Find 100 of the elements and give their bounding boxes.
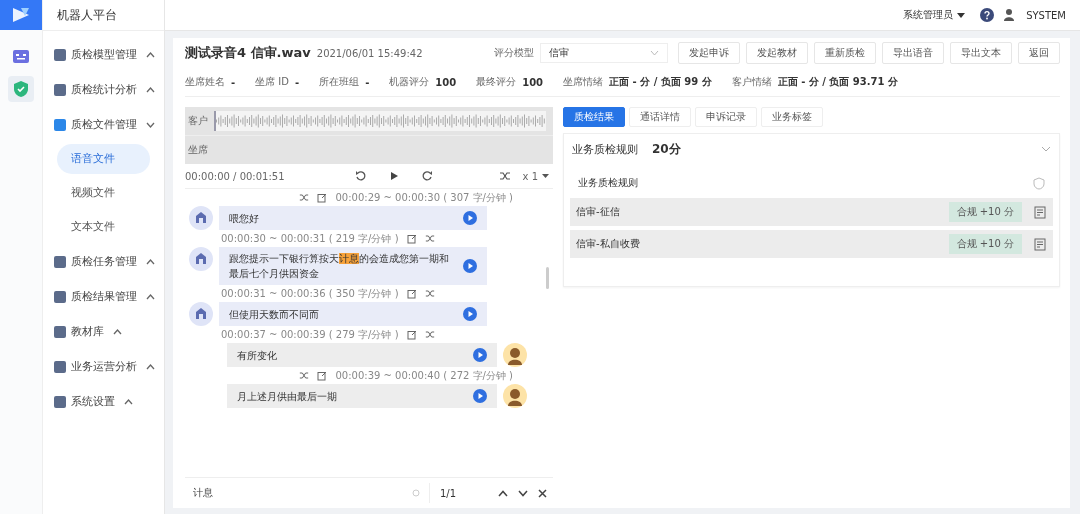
role-dropdown[interactable]: 系统管理员: [903, 8, 966, 22]
nav-item[interactable]: 教材库: [43, 314, 164, 349]
close-icon[interactable]: [538, 488, 547, 498]
action-button[interactable]: 重新质检: [814, 42, 876, 64]
avatar-icon: [189, 206, 213, 230]
chevron-icon: [650, 50, 659, 56]
caret-icon[interactable]: [542, 174, 549, 178]
info-label: 客户情绪: [731, 75, 772, 89]
shuffle-icon[interactable]: [424, 330, 435, 339]
nav-subitem[interactable]: 语音文件: [57, 144, 150, 174]
info-value: -: [365, 76, 370, 88]
chevron-icon[interactable]: [124, 398, 133, 405]
info-label: 机器评分: [389, 75, 430, 89]
rule-name: 信审-征信: [576, 205, 620, 219]
rules-score: 20分: [652, 140, 681, 158]
nav-item[interactable]: 质检结果管理: [43, 279, 164, 314]
nav-item[interactable]: 质检任务管理: [43, 244, 164, 279]
info-label: 坐席 ID: [255, 75, 289, 89]
record-time: 2021/06/01 15:49:42: [316, 47, 423, 59]
play-icon[interactable]: [473, 348, 487, 362]
rule-tag: 合规 +10 分: [948, 234, 1022, 254]
message-text: 喂您好: [229, 211, 259, 226]
message-time: 00:00:37 ~ 00:00:39 ( 279 字/分钟 ): [221, 327, 399, 342]
down-icon[interactable]: [518, 489, 528, 497]
action-button[interactable]: 返回: [1018, 42, 1060, 64]
info-label: 坐席姓名: [185, 75, 225, 89]
info-label: 最终评分: [476, 75, 517, 89]
action-button[interactable]: 发起教材: [746, 42, 808, 64]
play-icon[interactable]: [463, 307, 477, 321]
message-text: 月上述月供由最后一期: [237, 389, 337, 404]
info-value: 正面 - 分 / 负面 99 分: [609, 75, 712, 89]
message-text: 跟您提示一下银行算按天计息的会造成您第一期和最后七个月供因资金: [229, 252, 450, 281]
caret-icon[interactable]: [957, 12, 966, 18]
model-label: 评分模型: [494, 46, 534, 60]
tab[interactable]: 申诉记录: [695, 107, 757, 127]
play-icon[interactable]: [463, 211, 477, 225]
avatar-icon: [503, 384, 527, 408]
play-icon[interactable]: [463, 259, 477, 273]
model-select[interactable]: 信审: [540, 43, 668, 63]
shuffle-icon[interactable]: [424, 289, 435, 298]
document-icon[interactable]: [1034, 205, 1047, 219]
search-count: 1/1: [440, 487, 457, 499]
edit-icon[interactable]: [406, 288, 417, 299]
rule-tag: 合规 +10 分: [948, 202, 1022, 222]
rules-subtitle: 业务质检规则: [578, 176, 638, 190]
chevron-icon[interactable]: [146, 258, 155, 265]
record-title: 测试录音4 信审.wav: [185, 44, 311, 62]
nav-item[interactable]: 业务运营分析: [43, 349, 164, 384]
scrollbar[interactable]: [546, 267, 549, 289]
message-time: 00:00:30 ~ 00:00:31 ( 219 字/分钟 ): [221, 231, 399, 246]
user-name[interactable]: SYSTEM: [1026, 9, 1066, 21]
edit-icon[interactable]: [406, 233, 417, 244]
shuffle-icon[interactable]: [498, 171, 511, 181]
document-icon[interactable]: [1034, 237, 1047, 251]
speed-dropdown[interactable]: x 1: [522, 170, 549, 182]
track-label: 客户: [187, 114, 209, 128]
chevron-icon[interactable]: [146, 293, 155, 300]
shield-icon: [1033, 176, 1045, 190]
action-button[interactable]: 导出语音: [882, 42, 944, 64]
chevron-icon[interactable]: [146, 51, 155, 58]
nav-item[interactable]: 系统设置: [43, 384, 164, 419]
robot-icon[interactable]: [12, 48, 30, 64]
action-button[interactable]: 导出文本: [950, 42, 1012, 64]
play-icon[interactable]: [389, 171, 400, 181]
shield-icon: [13, 80, 29, 98]
message-text: 但使用天数而不同而: [229, 307, 319, 322]
info-value: 100: [435, 76, 457, 88]
chevron-icon[interactable]: [113, 328, 122, 335]
nav-item[interactable]: 质检统计分析: [43, 72, 164, 107]
rewind-icon[interactable]: [355, 170, 368, 182]
action-button[interactable]: 发起申诉: [678, 42, 740, 64]
edit-icon[interactable]: [317, 192, 328, 203]
chevron-icon[interactable]: [146, 86, 155, 93]
shuffle-icon[interactable]: [299, 371, 310, 380]
help-icon[interactable]: [980, 8, 995, 22]
message-text: 有所变化: [237, 348, 277, 363]
tab[interactable]: 质检结果: [563, 107, 625, 127]
avatar-icon: [503, 343, 527, 367]
playback-time: 00:00:00 / 00:01:51: [185, 170, 286, 182]
info-value: 正面 - 分 / 负面 93.71 分: [777, 75, 898, 89]
shuffle-icon[interactable]: [299, 193, 310, 202]
track-label: 坐席: [187, 143, 209, 157]
play-icon[interactable]: [473, 389, 487, 403]
tab[interactable]: 通话详情: [629, 107, 691, 127]
edit-icon[interactable]: [317, 370, 328, 381]
nav-item[interactable]: 质检文件管理: [43, 107, 164, 142]
nav-subitem[interactable]: 视频文件: [57, 178, 150, 208]
tab[interactable]: 业务标签: [761, 107, 823, 127]
nav-subitem[interactable]: 文本文件: [57, 212, 150, 242]
rules-title: 业务质检规则: [572, 141, 638, 157]
message-time: 00:00:29 ~ 00:00:30 ( 307 字/分钟 ): [335, 190, 513, 205]
chevron-icon[interactable]: [146, 121, 155, 128]
info-label: 所在班组: [319, 75, 360, 89]
shuffle-icon[interactable]: [424, 234, 435, 243]
info-label: 坐席情绪: [563, 75, 604, 89]
up-icon[interactable]: [498, 489, 508, 497]
edit-icon[interactable]: [406, 329, 417, 340]
chevron-icon[interactable]: [146, 363, 155, 370]
forward-icon[interactable]: [421, 170, 434, 182]
nav-item[interactable]: 质检模型管理: [43, 37, 164, 72]
